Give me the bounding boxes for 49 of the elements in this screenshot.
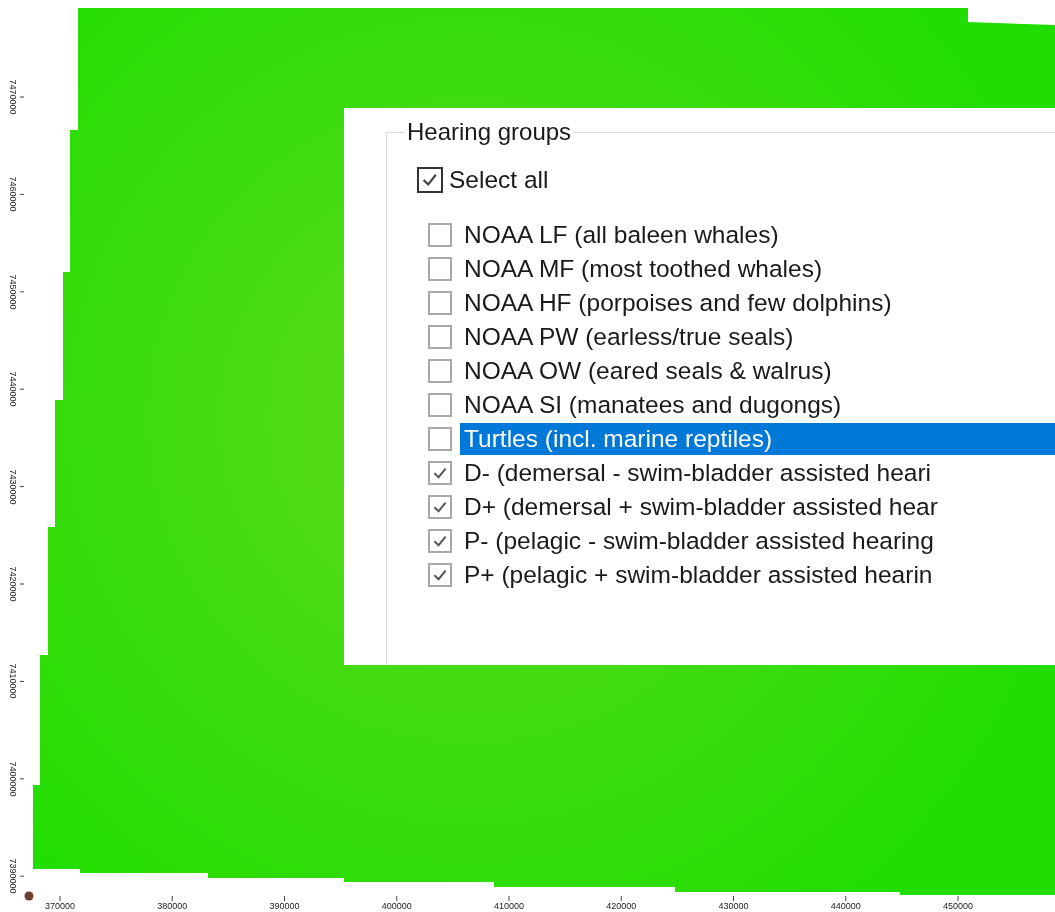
point-marker (24, 891, 34, 901)
group-checkbox[interactable] (428, 393, 452, 417)
group-checkbox[interactable] (428, 563, 452, 587)
group-checkbox[interactable] (428, 427, 452, 451)
y-tick-label: 7430000 (8, 469, 18, 505)
x-tick-label: 390000 (269, 901, 300, 911)
y-tick-label: 7440000 (8, 371, 18, 407)
y-tick-label: 7450000 (8, 274, 18, 310)
group-item[interactable]: NOAA PW (earless/true seals) (460, 321, 1055, 353)
group-checkbox[interactable] (428, 291, 452, 315)
y-tick-label: 7420000 (8, 566, 18, 602)
group-item[interactable]: NOAA LF (all baleen whales) (460, 219, 1055, 251)
group-item[interactable]: NOAA SI (manatees and dugongs) (460, 389, 1055, 421)
group-checkbox[interactable] (428, 325, 452, 349)
checkmark-icon (422, 172, 438, 188)
checkmark-icon (433, 534, 447, 548)
checkmark-icon (433, 466, 447, 480)
x-tick-label: 370000 (45, 901, 75, 911)
group-item[interactable]: D- (demersal - swim-bladder assisted heari (460, 457, 1055, 489)
x-tick-label: 400000 (381, 901, 412, 911)
y-tick-label: 7410000 (8, 663, 18, 699)
group-item[interactable]: P- (pelagic - swim-bladder assisted hearing (460, 525, 1055, 557)
x-tick-label: 440000 (830, 901, 861, 911)
x-tick-label: 450000 (943, 901, 973, 911)
checkmark-icon (433, 568, 447, 582)
group-checkbox[interactable] (428, 461, 452, 485)
x-tick-label: 410000 (494, 901, 524, 911)
group-checkbox[interactable] (428, 359, 452, 383)
x-tick-label: 380000 (157, 901, 188, 911)
y-tick-label: 7400000 (8, 761, 18, 797)
group-checkbox[interactable] (428, 495, 452, 519)
group-checkbox[interactable] (428, 529, 452, 553)
group-item[interactable]: D+ (demersal + swim-bladder assisted hear (460, 491, 1055, 523)
group-title: Hearing groups (406, 118, 573, 146)
checkmark-icon (433, 500, 447, 514)
group-checkbox[interactable] (428, 223, 452, 247)
group-item[interactable]: Turtles (incl. marine reptiles) (460, 423, 1055, 455)
x-tick-label: 430000 (718, 901, 749, 911)
group-item[interactable]: P+ (pelagic + swim-bladder assisted hearin (460, 559, 1055, 591)
x-tick-label: 420000 (606, 901, 637, 911)
select-all-checkbox[interactable] (417, 167, 443, 193)
group-checkbox[interactable] (428, 257, 452, 281)
y-tick-label: 7470000 (8, 79, 18, 115)
group-item[interactable]: NOAA MF (most toothed whales) (460, 253, 1055, 285)
group-item[interactable]: NOAA HF (porpoises and few dolphins) (460, 287, 1055, 319)
group-item[interactable]: NOAA OW (eared seals & walrus) (460, 355, 1055, 387)
y-tick-label: 7460000 (8, 176, 18, 212)
select-all-label[interactable]: Select all (445, 164, 1055, 196)
y-tick-label: 7390000 (8, 858, 18, 894)
